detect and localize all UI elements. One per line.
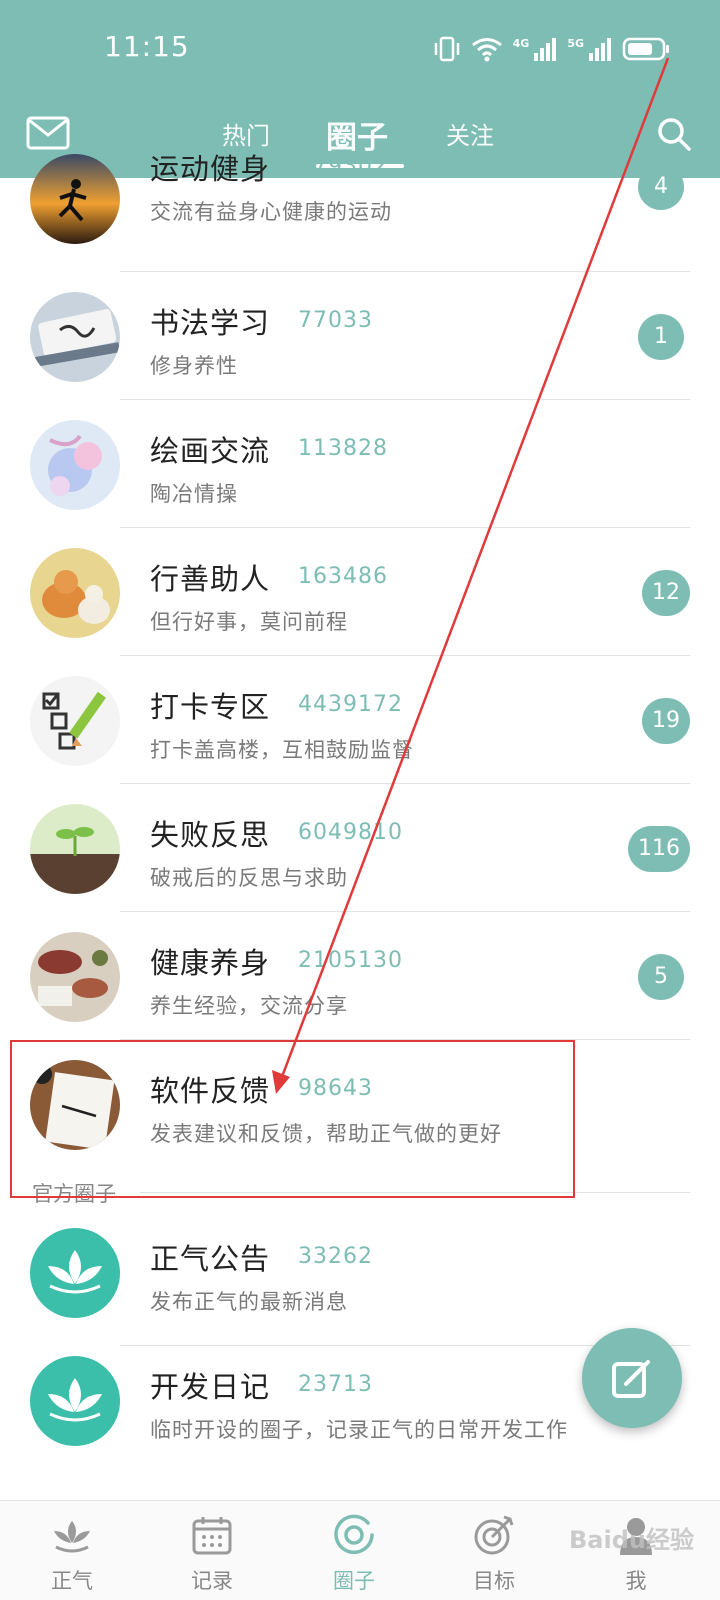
item-desc: 养生经验，交流分享 [150,994,348,1018]
compose-button[interactable] [582,1328,682,1428]
nav-item-target[interactable]: 目标 [434,1501,554,1600]
lotus-icon [54,1521,90,1553]
item-name: 运动健身 [150,152,271,186]
item-desc: 临时开设的圈子，记录正气的日常开发工作 [150,1418,568,1442]
item-count: 113828 [298,436,388,461]
item-desc: 发布正气的最新消息 [150,1290,348,1314]
unread-badge: 19 [642,698,690,744]
status-time: 11:15 [104,30,190,63]
list-item[interactable]: 书法学习 77033 修身养性 1 [0,272,720,402]
list-item-official[interactable]: 正气公告 33262 发布正气的最新消息 [0,1218,720,1348]
item-count: 279302 [298,154,388,179]
item-count: 6049810 [298,820,403,845]
nav-item-zhengqi[interactable]: 正气 [12,1501,132,1600]
item-name: 绘画交流 [150,434,271,468]
circle-icon [334,1514,374,1555]
target-icon [474,1515,514,1555]
list-item[interactable]: 运动健身 279302 交流有益身心健康的运动 4 [0,130,720,260]
battery-icon [622,37,669,61]
item-desc: 但行好事，莫问前程 [150,610,348,634]
item-desc: 陶冶情操 [150,482,238,506]
avatar [30,804,120,894]
item-count: 163486 [298,564,388,589]
vibrate-icon [434,36,459,62]
avatar [30,420,120,510]
nav-item-circle[interactable]: 圈子 [294,1501,414,1600]
avatar [30,154,120,244]
item-count: 23713 [298,1372,373,1397]
item-name: 失败反思 [150,818,271,852]
unread-badge: 116 [628,826,690,872]
item-desc: 打卡盖高楼，互相鼓励监督 [150,738,414,762]
item-desc: 交流有益身心健康的运动 [150,200,392,224]
item-count: 77033 [298,308,373,333]
item-count: 4439172 [298,692,403,717]
status-bar: 11:15 4G 5G [0,0,720,100]
watermark: Baidu经验 [569,1526,694,1554]
avatar [30,292,120,382]
avatar [30,548,120,638]
item-name: 正气公告 [150,1242,271,1276]
nav-label: 我 [625,1569,647,1593]
item-name: 打卡专区 [150,690,271,724]
item-name: 开发日记 [150,1370,271,1404]
avatar [30,1228,120,1318]
item-desc: 修身养性 [150,354,238,378]
status-icons: 4G 5G [433,34,670,64]
avatar [30,932,120,1022]
network-5g-label: 5G [567,36,584,50]
signal-icon [534,38,557,61]
list-item[interactable]: 绘画交流 113828 陶冶情操 [0,400,720,530]
unread-badge: 1 [638,314,684,360]
unread-badge: 5 [638,954,684,1000]
unread-badge: 12 [642,570,690,616]
nav-label: 记录 [191,1569,233,1593]
list-item[interactable]: 健康养身 2105130 养生经验，交流分享 5 [0,912,720,1042]
nav-label: 目标 [473,1569,515,1593]
avatar [30,1356,120,1446]
list-item[interactable]: 失败反思 6049810 破戒后的反思与求助 116 [0,784,720,914]
list-item[interactable]: 打卡专区 4439172 打卡盖高楼，互相鼓励监督 19 [0,656,720,786]
signal-icon-2 [589,38,611,61]
network-4g-label: 4G [512,36,530,50]
calendar-icon [192,1517,232,1555]
item-name: 书法学习 [150,306,271,340]
nav-item-record[interactable]: 记录 [152,1501,272,1600]
wifi-icon [471,38,502,62]
edit-icon [612,1360,650,1398]
annotation-highlight-box [10,1040,575,1198]
item-name: 健康养身 [150,946,271,980]
nav-label: 正气 [51,1569,93,1593]
item-name: 行善助人 [150,562,271,596]
nav-label: 圈子 [333,1569,375,1593]
item-desc: 破戒后的反思与求助 [150,866,348,890]
list-item[interactable]: 行善助人 163486 但行好事，莫问前程 12 [0,528,720,658]
item-count: 33262 [298,1244,373,1269]
item-count: 2105130 [298,948,403,973]
unread-badge: 4 [638,164,684,210]
avatar [30,676,120,766]
